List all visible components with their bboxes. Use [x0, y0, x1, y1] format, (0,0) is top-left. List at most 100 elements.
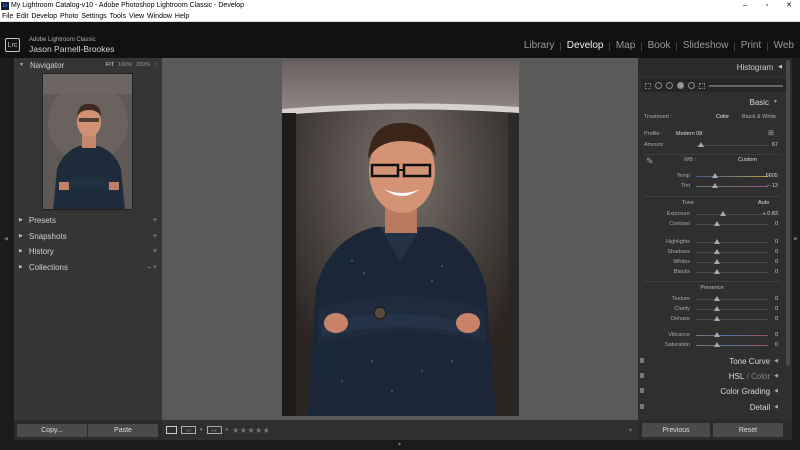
clarity-slider-row[interactable]: Clarity 0	[638, 304, 786, 314]
hsl-title[interactable]: HSL	[729, 372, 745, 381]
add-snapshot-icon[interactable]: +	[153, 233, 157, 240]
blacks-thumb[interactable]	[714, 269, 720, 274]
shadows-slider-row[interactable]: Shadows 0	[638, 247, 786, 257]
expand-triangle-icon[interactable]: ▶	[19, 233, 23, 239]
before-after-icon[interactable]: YY	[181, 426, 196, 434]
reset-button[interactable]: Reset	[713, 423, 783, 437]
expand-triangle-icon[interactable]: ◀	[774, 404, 778, 410]
texture-slider-row[interactable]: Texture 0	[638, 294, 786, 304]
hsl-header[interactable]: HSL / Color ◀	[638, 369, 786, 383]
add-preset-icon[interactable]: +	[153, 217, 157, 224]
treatment-bw-option[interactable]: Black & White	[742, 114, 776, 120]
presets-header[interactable]: ▶ Presets +	[14, 213, 162, 227]
saturation-slider-row[interactable]: Saturation 0	[638, 340, 786, 350]
paste-button[interactable]: Paste	[88, 424, 158, 437]
menu-window[interactable]: Window	[147, 13, 172, 20]
clarity-track[interactable]	[696, 309, 768, 310]
dehaze-slider-row[interactable]: Dehaze 0	[638, 314, 786, 324]
expand-triangle-icon[interactable]: ◀	[774, 358, 778, 364]
snapshots-header[interactable]: ▶ Snapshots +	[14, 229, 162, 243]
tint-slider-row[interactable]: Tint – 13	[638, 181, 786, 191]
vibrance-track[interactable]	[696, 335, 768, 336]
contrast-value[interactable]: 0	[775, 221, 778, 227]
collapse-left-icon[interactable]: ◀	[4, 236, 8, 242]
module-map[interactable]: Map	[616, 40, 635, 51]
collapse-right-icon[interactable]: ▶	[794, 236, 798, 242]
collapse-triangle-icon[interactable]: ◀	[778, 64, 782, 70]
blacks-value[interactable]: 0	[775, 269, 778, 275]
expand-triangle-icon[interactable]: ▶	[19, 248, 23, 254]
before-after-swap-icon[interactable]: YY	[206, 426, 222, 434]
zoom-200[interactable]: 200%	[136, 62, 150, 68]
before-after-dropdown-icon[interactable]: ▾	[200, 427, 203, 433]
navigator-preview[interactable]	[42, 73, 133, 210]
saturation-track[interactable]	[696, 345, 768, 346]
panel-switch-icon[interactable]	[640, 358, 644, 363]
maximize-button[interactable]: ▫	[756, 0, 778, 11]
eyedropper-icon[interactable]: ✎	[646, 156, 654, 167]
menu-file[interactable]: File	[2, 13, 13, 20]
highlights-slider-row[interactable]: Highlights 0	[638, 237, 786, 247]
close-button[interactable]: ✕	[778, 0, 800, 11]
texture-thumb[interactable]	[714, 296, 720, 301]
menu-photo[interactable]: Photo	[60, 13, 78, 20]
main-photo[interactable]	[282, 61, 519, 416]
tint-value[interactable]: – 13	[767, 183, 778, 189]
highlights-value[interactable]: 0	[775, 239, 778, 245]
temp-slider-row[interactable]: Temp 6605	[638, 171, 786, 181]
vibrance-slider-row[interactable]: Vibrance 0	[638, 330, 786, 340]
clarity-value[interactable]: 0	[775, 306, 778, 312]
dehaze-thumb[interactable]	[714, 316, 720, 321]
graduated-filter-icon[interactable]	[688, 82, 695, 89]
menu-tools[interactable]: Tools	[110, 13, 126, 20]
amount-value[interactable]: 67	[772, 142, 778, 148]
highlights-thumb[interactable]	[714, 239, 720, 244]
basic-header[interactable]: Basic ▼	[638, 95, 786, 109]
menu-edit[interactable]: Edit	[16, 13, 28, 20]
blacks-slider-row[interactable]: Blacks 0	[638, 267, 786, 277]
zoom-100[interactable]: 100%	[118, 62, 132, 68]
collapse-triangle-icon[interactable]: ▼	[19, 62, 24, 68]
shadows-thumb[interactable]	[714, 249, 720, 254]
dehaze-value[interactable]: 0	[775, 316, 778, 322]
toolbar-dropdown-icon[interactable]: ▾	[226, 427, 229, 433]
expand-triangle-icon[interactable]: ◀	[774, 373, 778, 379]
tone-curve-header[interactable]: Tone Curve ◀	[638, 354, 786, 368]
module-print[interactable]: Print	[741, 40, 762, 51]
contrast-thumb[interactable]	[714, 221, 720, 226]
minimize-button[interactable]: –	[734, 0, 756, 11]
vibrance-value[interactable]: 0	[775, 332, 778, 338]
history-header[interactable]: ▶ History ×	[14, 244, 162, 258]
temp-thumb[interactable]	[712, 173, 718, 178]
expand-triangle-icon[interactable]: ◀	[774, 388, 778, 394]
panel-switch-icon[interactable]	[640, 388, 644, 393]
amount-track[interactable]	[696, 145, 768, 146]
zoom-fit[interactable]: FIT	[106, 62, 114, 68]
texture-value[interactable]: 0	[775, 296, 778, 302]
contrast-track[interactable]	[696, 224, 768, 225]
exposure-track[interactable]	[696, 214, 768, 215]
masking-icon[interactable]	[677, 82, 684, 89]
dehaze-track[interactable]	[696, 319, 768, 320]
amount-thumb[interactable]	[698, 142, 704, 147]
navigator-header[interactable]: ▼ Navigator FIT 100% 200% ↕	[14, 58, 162, 72]
auto-button[interactable]: Auto	[758, 200, 769, 206]
collections-header[interactable]: ▶ Collections – +	[14, 260, 162, 274]
treatment-color-option[interactable]: Color	[716, 114, 729, 120]
shadows-value[interactable]: 0	[775, 249, 778, 255]
panel-switch-icon[interactable]	[640, 373, 644, 378]
right-panel-scrollbar[interactable]	[786, 60, 790, 366]
contrast-slider-row[interactable]: Contrast 0	[638, 219, 786, 229]
loupe-view-icon[interactable]	[166, 426, 177, 434]
blacks-track[interactable]	[696, 272, 768, 273]
expand-triangle-icon[interactable]: ▶	[19, 264, 23, 270]
whites-slider-row[interactable]: Whites 0	[638, 257, 786, 267]
zoom-more[interactable]: ↕	[154, 62, 157, 68]
clarity-thumb[interactable]	[714, 306, 720, 311]
temp-value[interactable]: 6605	[766, 173, 778, 179]
detail-header[interactable]: Detail ◀	[638, 400, 786, 414]
saturation-thumb[interactable]	[714, 342, 720, 347]
red-eye-icon[interactable]	[666, 82, 673, 89]
hsl-color-title[interactable]: Color	[751, 372, 770, 381]
collection-actions-icon[interactable]: – +	[147, 264, 157, 271]
